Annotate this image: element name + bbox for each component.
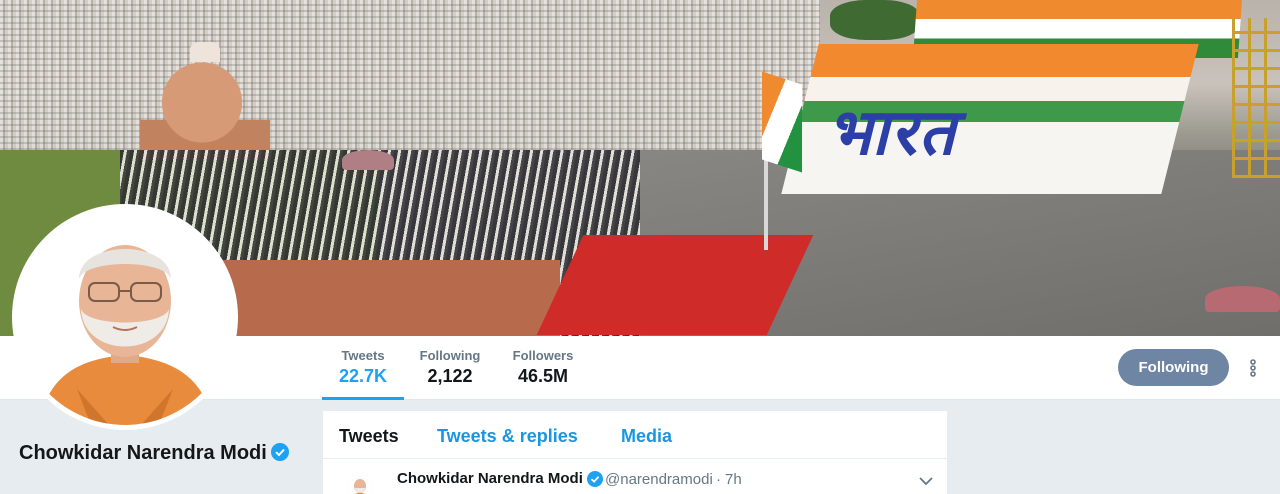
- stat-tweets[interactable]: Tweets 22.7K: [322, 348, 404, 400]
- stat-tweets-value: 22.7K: [338, 366, 388, 386]
- verified-badge-icon: [270, 442, 289, 469]
- tab-tweets[interactable]: Tweets: [339, 426, 399, 447]
- timeline-tabs: Tweets Tweets & replies Media: [323, 411, 947, 459]
- banner-rampart-wall: [220, 260, 560, 336]
- profile-name: Chowkidar Narendra Modi: [19, 440, 299, 469]
- banner-red-carpet: [536, 235, 814, 335]
- tweet-verified-badge-icon: [587, 471, 603, 492]
- chevron-down-icon[interactable]: [919, 473, 933, 491]
- banner-umbrella-right: [1205, 286, 1280, 312]
- profile-page: भारत Tweets 22.7K Following 2,122 Follow…: [0, 0, 1280, 494]
- tweet-author-handle[interactable]: @narendramodi: [605, 471, 713, 488]
- tweet-separator: ·: [716, 471, 721, 488]
- banner-scaffold: [1232, 18, 1280, 178]
- avatar[interactable]: [17, 209, 233, 425]
- tweet-author-avatar[interactable]: [347, 475, 373, 494]
- stat-followers[interactable]: Followers 46.5M: [504, 348, 582, 400]
- banner-umbrella: [342, 150, 394, 170]
- stat-following[interactable]: Following 2,122: [414, 348, 486, 400]
- stat-followers-value: 46.5M: [517, 366, 569, 386]
- banner-trees: [830, 0, 920, 40]
- stat-following-value: 2,122: [427, 366, 473, 386]
- banner-crowd-shade: [0, 0, 820, 150]
- tab-media[interactable]: Media: [621, 426, 672, 447]
- profile-name-text: Chowkidar Narendra Modi: [19, 442, 267, 464]
- stat-followers-label: Followers: [512, 348, 574, 363]
- timeline-card: Tweets Tweets & replies Media Chowkidar …: [323, 411, 947, 494]
- vertical-dots-icon[interactable]: [1244, 356, 1262, 380]
- banner-pavilion-finial: [190, 42, 220, 62]
- stat-tweets-label: Tweets: [341, 348, 385, 363]
- stat-following-label: Following: [419, 348, 481, 363]
- tab-tweets-and-replies[interactable]: Tweets & replies: [437, 426, 578, 447]
- tweet-header: Chowkidar Narendra Modi @narendramodi · …: [323, 459, 947, 494]
- following-button[interactable]: Following: [1118, 349, 1229, 386]
- banner-bharat-sign: भारत: [822, 96, 972, 170]
- tweet-author-name[interactable]: Chowkidar Narendra Modi: [397, 470, 583, 487]
- banner-indian-flag: [762, 71, 802, 173]
- tweet-timestamp[interactable]: 7h: [725, 471, 742, 488]
